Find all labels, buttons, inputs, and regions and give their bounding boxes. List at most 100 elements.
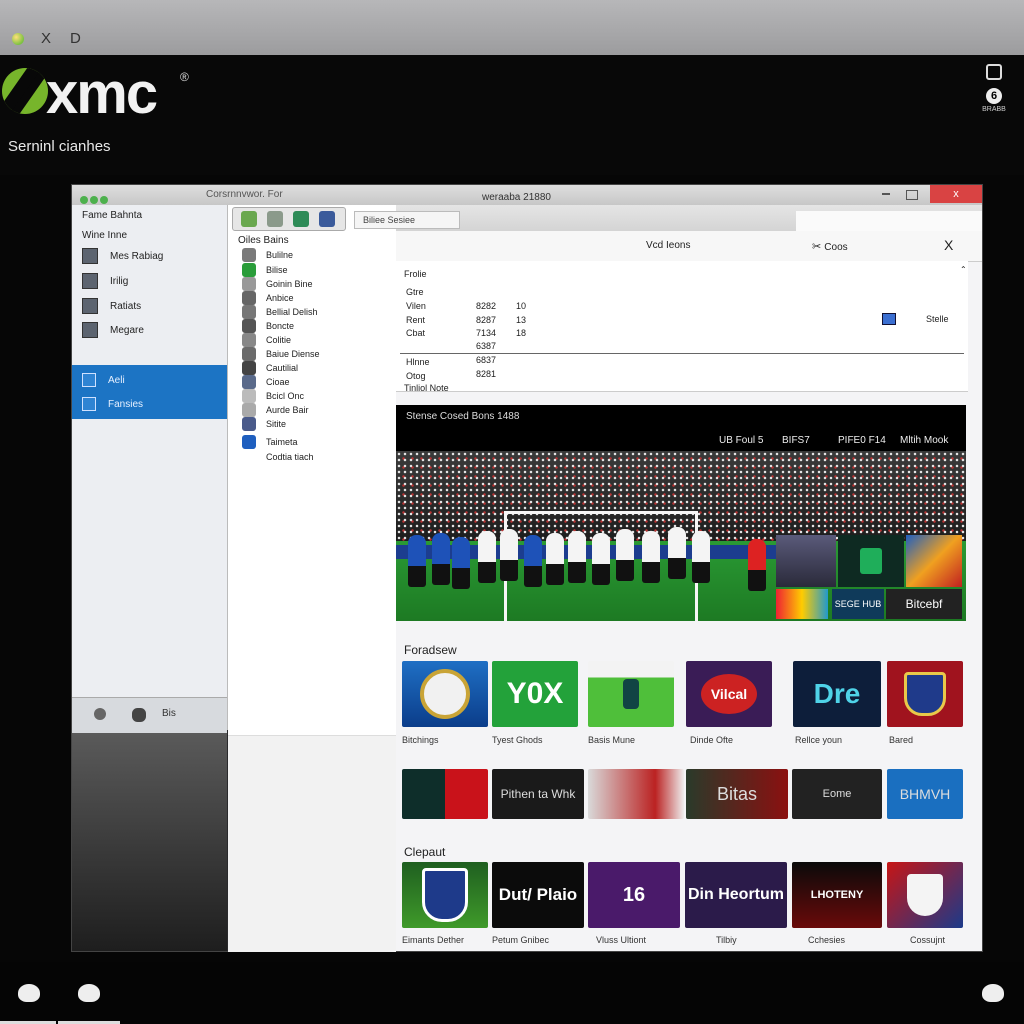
thumbnail[interactable] — [776, 589, 828, 619]
list-item[interactable]: Cioae — [242, 375, 290, 389]
tile-caption: Bared — [889, 735, 914, 745]
channel-tile[interactable]: Vilcal — [686, 661, 772, 727]
bottle-icon — [623, 679, 639, 709]
sidebar-item-label: Irilig — [110, 275, 129, 287]
taskbar-item[interactable] — [0, 962, 56, 1024]
power-icon[interactable]: 6 — [986, 88, 1002, 104]
footer-label: Bis — [162, 708, 176, 719]
tab-bar-right — [796, 211, 982, 231]
channel-tile[interactable] — [588, 661, 674, 727]
toolbar — [232, 207, 346, 231]
list-item[interactable]: Bcicl Onc — [242, 389, 304, 403]
thumbnail[interactable]: SEGE HUB — [832, 589, 884, 619]
sidebar-item-selected[interactable]: Fansies — [82, 397, 143, 411]
tile-caption: Tyest Ghods — [492, 735, 543, 745]
menu-button[interactable]: D — [70, 30, 81, 47]
channel-tile[interactable] — [402, 862, 488, 928]
hero-stat: Mltih Mook — [900, 435, 949, 446]
thumbnail[interactable] — [838, 535, 904, 587]
tile-label: Vilcal — [701, 674, 757, 714]
channel-tile[interactable]: LHOTENY — [792, 862, 882, 928]
item-icon — [242, 435, 256, 449]
hero-stat: BIFS7 — [782, 435, 810, 446]
monitor-icon[interactable] — [319, 211, 335, 227]
maximize-button[interactable] — [906, 190, 918, 200]
flag-icon[interactable] — [882, 313, 896, 325]
item-icon — [242, 277, 256, 291]
channel-tile[interactable] — [887, 862, 963, 928]
info-row-value: 10 — [516, 301, 527, 311]
list-item[interactable]: Bulilne — [242, 248, 293, 262]
channel-tile[interactable]: Dre — [793, 661, 881, 727]
channel-tile[interactable]: BHMVH — [887, 769, 963, 819]
window-icon[interactable] — [986, 64, 1002, 80]
channel-tile[interactable]: Y0X — [492, 661, 578, 727]
scroll-up-icon[interactable]: ⌃ — [960, 265, 967, 274]
folder-icon — [82, 298, 98, 314]
tile-caption: Tilbiy — [716, 935, 737, 945]
player-graphic — [452, 537, 470, 589]
thumbnail[interactable] — [906, 535, 962, 587]
list-item[interactable]: Taimeta — [242, 435, 298, 449]
info-row-value: 6837 — [476, 355, 497, 365]
section-title: Clepaut — [404, 845, 446, 859]
gear-icon[interactable] — [94, 708, 106, 720]
channel-tile[interactable] — [887, 661, 963, 727]
home-icon[interactable] — [241, 211, 257, 227]
list-item[interactable]: Bilise — [242, 263, 288, 277]
list-item-label: Goinin Bine — [266, 279, 313, 289]
thumbnail[interactable]: Bitcebf — [886, 589, 962, 619]
window-title-bar: Corsrnnvwor. For weraaba 21880 x — [72, 185, 982, 205]
channel-tile[interactable]: 16 — [588, 862, 680, 928]
list-item[interactable]: Codtia tiach — [242, 450, 314, 464]
channel-tile[interactable]: Dut/ Plaio — [492, 862, 584, 928]
player-graphic — [408, 535, 426, 587]
brand-logo[interactable]: xmc ® — [2, 61, 202, 126]
window-close-button[interactable]: x — [930, 185, 982, 203]
app-icon[interactable] — [293, 211, 309, 227]
channel-tile[interactable] — [588, 769, 684, 819]
window-title: Corsrnnvwor. For — [206, 189, 283, 200]
channel-tile[interactable]: Din Heortum — [685, 862, 787, 928]
thumbnail[interactable] — [776, 535, 836, 587]
app-status-icon — [12, 33, 24, 45]
list-item[interactable]: Anbice — [242, 291, 294, 305]
close-button[interactable]: X — [41, 30, 51, 47]
taskbar-item[interactable] — [58, 962, 120, 1024]
crest-icon — [904, 672, 946, 716]
pane-close-button[interactable]: X — [944, 237, 953, 253]
tray-icon[interactable] — [982, 984, 1004, 1002]
info-row-value: 6387 — [476, 341, 497, 351]
info-row-label: Cbat — [406, 328, 426, 338]
folder-icon — [82, 322, 98, 338]
channel-tile[interactable]: Bitas — [686, 769, 788, 819]
sidebar-item-label: Aeli — [108, 374, 125, 386]
list-item[interactable]: Baiue Diense — [242, 347, 320, 361]
list-item[interactable]: Sitite — [242, 417, 286, 431]
user-icon[interactable] — [132, 708, 146, 722]
info-row-label: Rent — [406, 315, 426, 325]
channel-tile[interactable]: Pithen ta Whk — [492, 769, 584, 819]
list-item[interactable]: Boncte — [242, 319, 294, 333]
tab-bar: Biliee Sesiee — [354, 205, 982, 231]
list-item[interactable]: Aurde Bair — [242, 403, 309, 417]
featured-match-image[interactable]: Stense Cosed Bons 1488 UB Foul 5 BIFS7 P… — [396, 405, 966, 621]
list-item[interactable]: Colitie — [242, 333, 291, 347]
sidebar-item[interactable]: Megare — [82, 320, 144, 340]
channel-tile[interactable]: Eome — [792, 769, 882, 819]
sidebar-item-selected[interactable]: Aeli — [82, 373, 125, 387]
column-title-right: ✂ Coos — [812, 240, 848, 253]
channel-tile[interactable] — [402, 769, 488, 819]
tab-active[interactable]: Biliee Sesiee — [354, 211, 460, 229]
list-item[interactable]: Goinin Bine — [242, 277, 313, 291]
item-icon — [242, 403, 256, 417]
minimize-button[interactable] — [882, 193, 890, 195]
channel-tile[interactable] — [402, 661, 488, 727]
list-item[interactable]: Bellial Delish — [242, 305, 318, 319]
list-item[interactable]: Cautilial — [242, 361, 298, 375]
bell-icon[interactable] — [267, 211, 283, 227]
app-icon — [78, 984, 100, 1002]
sidebar-item[interactable]: Mes Rabiag — [82, 246, 163, 266]
sidebar-item[interactable]: Irilig — [82, 271, 128, 291]
sidebar-item[interactable]: Ratiats — [82, 296, 141, 316]
